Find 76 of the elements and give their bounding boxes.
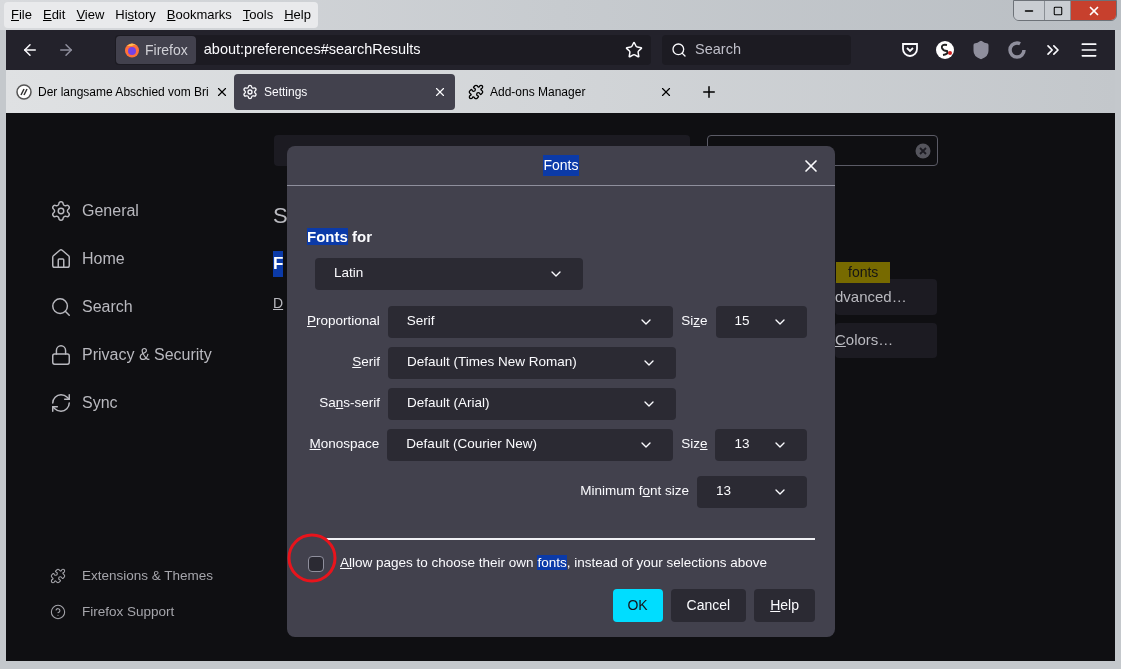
page-heading: S — [273, 203, 288, 229]
tooltip: fonts — [836, 262, 891, 283]
dialog-title: Fonts — [543, 155, 579, 176]
shield-icon[interactable] — [971, 40, 991, 60]
minimize-button[interactable] — [1014, 1, 1044, 20]
clear-icon[interactable] — [915, 142, 931, 159]
size-label: Size — [681, 312, 708, 331]
identity-box[interactable]: Firefox — [116, 36, 196, 64]
lock-icon — [50, 344, 72, 366]
menu-item[interactable]: Tools — [237, 5, 279, 25]
puzzle-icon — [468, 83, 484, 100]
checkbox[interactable] — [308, 555, 324, 572]
menu-item[interactable]: Bookmarks — [161, 5, 237, 25]
extension-badge-icon[interactable] — [935, 40, 955, 60]
font-label: Proportional — [307, 312, 380, 331]
home-icon — [50, 248, 72, 270]
dialog-button[interactable]: Cancel — [670, 588, 747, 622]
pocket-icon[interactable] — [901, 41, 919, 59]
colors-button[interactable]: Colors… — [835, 323, 937, 358]
search-icon — [50, 296, 72, 318]
browser-tab[interactable]: Add-ons Manager — [460, 73, 681, 110]
sidebar-item[interactable]: Search — [50, 296, 273, 318]
sidebar-item[interactable]: Sync — [50, 392, 273, 414]
sidebar-link[interactable]: Firefox Support — [50, 603, 273, 621]
sync-icon — [50, 392, 72, 414]
minimum-size-label: Minimum font size — [580, 482, 689, 501]
font-label: Sans-serif — [318, 394, 380, 413]
size-select[interactable]: 13 — [715, 428, 807, 461]
language-select[interactable]: Latin — [315, 257, 583, 290]
size-select[interactable]: 15 — [715, 305, 807, 338]
font-select[interactable]: Default (Courier New) — [387, 428, 674, 461]
menu-item[interactable]: History — [110, 5, 161, 25]
site-icon — [16, 83, 32, 100]
ring-icon[interactable] — [1007, 40, 1027, 60]
browser-tab[interactable]: Der langsame Abschied vom Bri — [8, 73, 229, 110]
result-title: F — [273, 251, 284, 277]
font-label: Serif — [351, 353, 380, 372]
maximize-button[interactable] — [1044, 1, 1070, 20]
puzzle-icon — [50, 568, 66, 584]
menu-item[interactable]: Help — [279, 5, 316, 25]
font-select[interactable]: Serif — [387, 305, 674, 338]
url-text: about:preferences#searchResults — [203, 40, 421, 60]
result-link[interactable]: D — [273, 292, 284, 314]
size-label: Size — [681, 435, 708, 454]
search-icon — [671, 42, 687, 58]
address-bar[interactable]: Firefox about:preferences#searchResults — [115, 35, 651, 65]
star-icon[interactable] — [625, 41, 643, 59]
tab-title: Settings — [264, 83, 309, 101]
menu-item[interactable]: Edit — [37, 5, 71, 25]
menu-item[interactable]: File — [6, 5, 37, 25]
minimum-size-select[interactable]: 13 — [697, 475, 807, 508]
sidebar-item[interactable]: Home — [50, 248, 273, 270]
sidebar-item[interactable]: Privacy & Security — [50, 344, 273, 366]
gear-icon — [242, 83, 258, 100]
menu-icon[interactable] — [1079, 40, 1099, 60]
forward-arrow-icon — [57, 41, 75, 59]
font-label: Monospace — [308, 435, 380, 454]
sidebar-link[interactable]: Extensions & Themes — [50, 567, 273, 585]
search-field[interactable]: Search — [662, 35, 851, 65]
menu-item[interactable]: View — [71, 5, 110, 25]
browser-tab[interactable]: Settings — [234, 73, 455, 110]
sidebar-item[interactable]: General — [50, 200, 273, 222]
dialog-button[interactable]: OK — [612, 588, 663, 622]
help-icon — [50, 604, 66, 620]
dialog-button[interactable]: Help — [754, 588, 815, 622]
font-select[interactable]: Default (Times New Roman) — [388, 346, 676, 379]
advanced-button[interactable]: dvanced… — [835, 279, 937, 315]
gear-icon — [50, 200, 72, 222]
tab-title: Der langsame Abschied vom Bri — [38, 83, 209, 101]
tab-title: Add-ons Manager — [490, 83, 587, 101]
checkbox-label[interactable]: Allow pages to choose their own fonts, instead of your selections above — [340, 553, 768, 574]
firefox-logo-icon — [124, 42, 140, 58]
section-heading: Fonts for — [307, 227, 372, 247]
font-select[interactable]: Default (Arial) — [388, 387, 676, 420]
maximize-icon — [1052, 5, 1063, 16]
circle-annotation — [287, 533, 337, 583]
